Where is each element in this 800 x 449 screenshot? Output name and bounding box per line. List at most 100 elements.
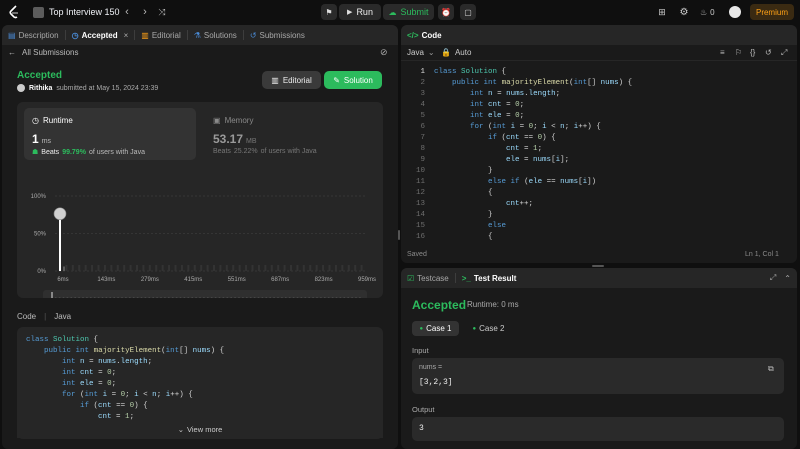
empty-bar xyxy=(322,265,325,271)
line-code: { xyxy=(434,233,493,241)
empty-bar xyxy=(309,265,312,271)
premium-button[interactable]: Premium xyxy=(750,4,794,20)
share-link-icon[interactable]: ⊘ xyxy=(380,47,388,58)
brush-bar xyxy=(253,297,256,298)
grid-layout-icon[interactable]: ⊞ xyxy=(656,6,668,18)
debug-button[interactable]: ⚑ xyxy=(321,4,337,20)
reset-icon[interactable]: ↺ xyxy=(765,48,772,57)
brush-bar xyxy=(125,297,127,298)
input-box: nums = [3,2,3] ⧉ xyxy=(412,358,784,394)
output-label: Output xyxy=(412,405,435,414)
empty-bar xyxy=(354,265,357,271)
code-line: class Solution { xyxy=(26,336,99,344)
line-code: public int majorityElement(int[] nums) { xyxy=(452,79,633,87)
expand-icon[interactable]: ⤢ xyxy=(766,268,780,288)
line-code: class Solution { xyxy=(434,68,507,76)
problem-list-title: Top Interview 150 xyxy=(49,7,120,17)
empty-bar xyxy=(213,265,215,271)
editor-line: 7 if (cnt == 0) { xyxy=(401,133,797,144)
empty-bar xyxy=(200,265,203,271)
runtime-value-row: 1 ms xyxy=(32,132,51,146)
line-number: 4 xyxy=(420,101,425,109)
format-icon[interactable]: ≡ xyxy=(720,48,725,57)
submission-status: Accepted xyxy=(17,70,63,81)
beats-icon: ☗ xyxy=(32,149,39,156)
horizontal-splitter[interactable] xyxy=(592,265,604,267)
line-code: int ele = 0; xyxy=(470,112,525,120)
memory-value-row: 53.17 MB xyxy=(213,132,257,146)
case-2-tab[interactable]: ● Case 2 xyxy=(465,321,512,336)
username[interactable]: Rithika xyxy=(29,85,52,92)
tab-test-result[interactable]: >_ Test Result xyxy=(456,268,523,288)
language-select[interactable]: Java ⌄ xyxy=(407,48,435,57)
brush-bar xyxy=(324,297,326,298)
prev-problem-icon[interactable]: ‹ xyxy=(121,6,133,18)
brush-bar xyxy=(269,297,271,298)
empty-bar xyxy=(91,265,94,271)
runtime-distribution-chart[interactable]: 100% 50% 0% 6ms 143ms 279ms 415ms 551ms 687ms 823… xyxy=(17,190,383,298)
submit-button[interactable]: ☁ Submit xyxy=(383,4,434,20)
x-tick-label: 279ms xyxy=(141,277,159,283)
brush-bar xyxy=(359,297,361,298)
editor-line: 6 for (int i = 0; i < n; i++) { xyxy=(401,122,797,133)
runtime-card[interactable]: ◷ Runtime 1 ms ☗ Beats 99.79% of users wi… xyxy=(24,108,196,160)
streak-counter[interactable]: ♨ 0 xyxy=(700,6,715,18)
empty-bar xyxy=(187,265,190,271)
submitted-time: submitted at May 15, 2024 23:39 xyxy=(56,84,159,92)
empty-bar xyxy=(142,265,145,271)
tab-testcase[interactable]: ☑ Testcase xyxy=(401,268,455,288)
view-more-button[interactable]: ⌄ View more xyxy=(17,420,383,438)
back-to-submissions[interactable]: ← All Submissions xyxy=(8,48,78,57)
fullscreen-icon[interactable]: ⤢ xyxy=(781,48,787,58)
tab-solutions[interactable]: ⚗ Solutions xyxy=(188,25,243,45)
autocomplete-toggle[interactable]: 🔒 Auto xyxy=(441,48,471,57)
collapse-icon[interactable]: ⌃ xyxy=(780,268,797,288)
close-tab-icon[interactable]: × xyxy=(124,31,129,40)
editor-line: 1 class Solution { xyxy=(401,67,797,78)
brush-bar xyxy=(277,297,279,298)
bookmark-icon[interactable]: ⚐ xyxy=(735,48,742,57)
brush-bar xyxy=(168,297,170,298)
cloud-upload-icon: ☁ xyxy=(388,7,397,17)
braces-icon[interactable]: {} xyxy=(750,48,755,57)
premium-label: Premium xyxy=(755,7,788,17)
solution-button[interactable]: ✎ Solution xyxy=(324,71,382,89)
editorial-button[interactable]: ▥ Editorial xyxy=(262,71,321,89)
brush-bar xyxy=(93,297,96,298)
notes-icon[interactable]: ▢ xyxy=(460,4,476,20)
brush-bar xyxy=(156,297,158,298)
brush-bar xyxy=(160,297,162,298)
next-problem-icon[interactable]: › xyxy=(139,6,151,18)
vertical-splitter[interactable] xyxy=(398,230,400,240)
leetcode-logo-icon[interactable] xyxy=(6,4,22,20)
memory-card[interactable]: ▣ Memory 53.17 MB Beats 25.22% of users w… xyxy=(205,108,377,160)
alarm-clock-icon[interactable]: ⏰ xyxy=(438,4,454,20)
brush-bar xyxy=(312,297,314,298)
x-tick-label: 6ms xyxy=(57,277,68,283)
run-button[interactable]: ▶ Run xyxy=(339,4,381,20)
run-label: Run xyxy=(356,7,373,17)
empty-bar xyxy=(161,265,164,271)
tab-editorial[interactable]: ▥ Editorial xyxy=(135,25,186,45)
code-editor[interactable]: 1 class Solution {2 public int majorityEl… xyxy=(401,67,797,245)
empty-bar xyxy=(84,265,87,271)
tab-submissions[interactable]: ↺ Submissions xyxy=(244,25,311,45)
submit-label: Submit xyxy=(400,7,429,17)
x-tick-label: 959ms xyxy=(358,277,376,283)
problem-list-button[interactable]: Top Interview 150 xyxy=(33,5,120,19)
shuffle-icon[interactable]: ⤨ xyxy=(156,6,168,18)
tab-code[interactable]: </> Code xyxy=(401,25,448,45)
editor-line: 9 ele = nums[i]; xyxy=(401,155,797,166)
memory-unit: MB xyxy=(246,138,257,145)
brush-bar xyxy=(121,297,123,298)
brush-bar xyxy=(66,297,69,298)
book-icon: ▥ xyxy=(271,75,279,85)
settings-gear-icon[interactable]: ⚙ xyxy=(678,6,690,18)
brush-bar xyxy=(230,297,232,298)
tab-accepted[interactable]: ◷ Accepted × xyxy=(66,25,135,45)
copy-icon[interactable]: ⧉ xyxy=(768,364,774,374)
case-1-tab[interactable]: ● Case 1 xyxy=(412,321,459,336)
tab-description[interactable]: ▤ Description xyxy=(2,25,65,45)
avatar[interactable] xyxy=(729,6,741,18)
brush-bar xyxy=(129,297,131,298)
